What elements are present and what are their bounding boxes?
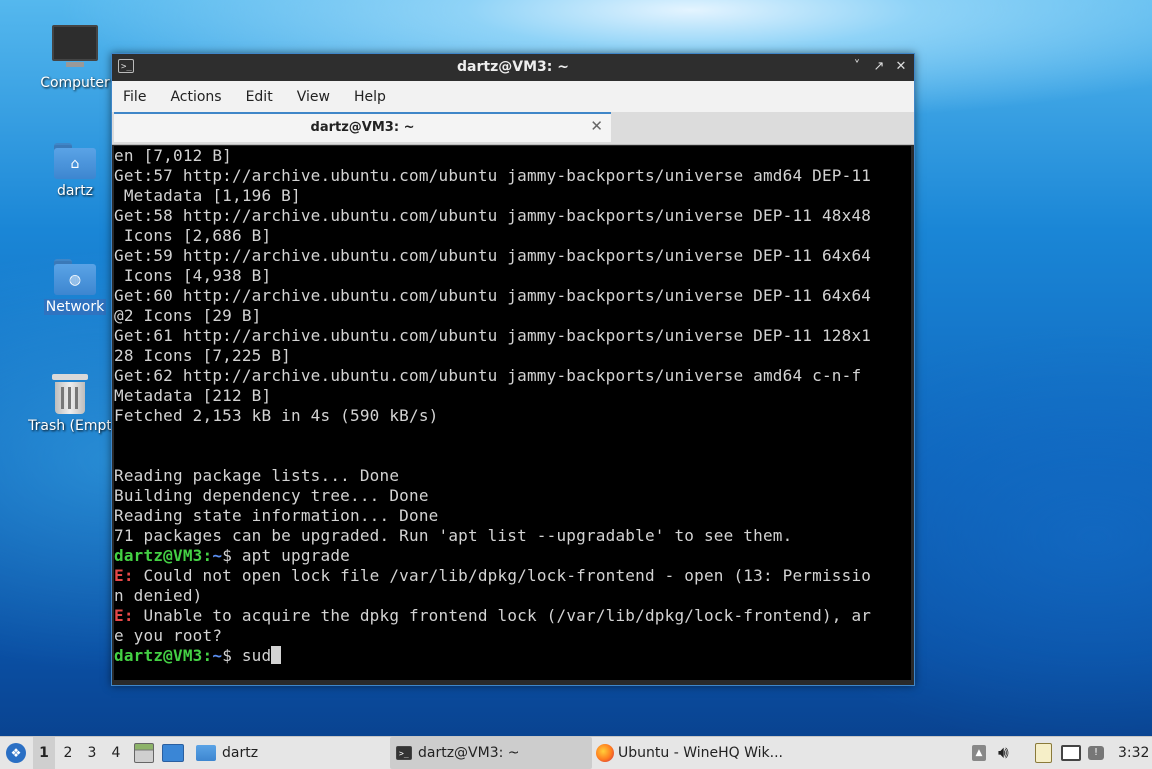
menu-help[interactable]: Help <box>347 89 393 105</box>
task-dartz[interactable]: dartz <box>190 737 384 769</box>
maximize-button[interactable]: ↗ <box>870 58 888 76</box>
start-menu-icon: ❖ <box>6 743 26 763</box>
task-label: Ubuntu - WineHQ Wik... <box>618 745 783 761</box>
desktop-icon <box>162 744 184 762</box>
desktop-icon-label: Trash (Empt <box>28 418 112 434</box>
error-prefix: E: <box>114 606 134 625</box>
tray-notifications[interactable]: ! <box>1088 737 1104 769</box>
tray-clipboard[interactable] <box>1035 737 1052 769</box>
tray-network[interactable] <box>1061 737 1081 769</box>
terminal-output[interactable]: en [7,012 B] Get:57 http://archive.ubunt… <box>114 146 911 680</box>
task-firefox[interactable]: Ubuntu - WineHQ Wik... <box>590 737 796 769</box>
prompt-user: dartz@VM3 <box>114 546 203 565</box>
clock[interactable]: 3:32 <box>1118 737 1149 769</box>
firefox-icon <box>596 744 614 762</box>
folder-icon <box>196 745 216 761</box>
menu-actions[interactable]: Actions <box>163 89 228 105</box>
tray-volume[interactable]: 🔊︎ <box>998 737 1009 769</box>
tab-bar: dartz@VM3: ~ ✕ <box>112 112 914 145</box>
menu-view[interactable]: View <box>290 89 337 105</box>
command-text: $ apt upgrade <box>222 546 351 565</box>
terminal-line: Get:59 http://archive.ubuntu.com/ubuntu … <box>114 246 872 265</box>
minimize-button[interactable]: ˅ <box>848 58 866 76</box>
terminal-line: 28 Icons [7,225 B] <box>114 346 291 365</box>
updates-icon: ▲ <box>972 745 986 761</box>
terminal-line: en [7,012 B] <box>114 146 232 165</box>
tab-label: dartz@VM3: ~ <box>310 120 415 135</box>
tab-close-icon[interactable]: ✕ <box>590 117 603 135</box>
terminal-line: Metadata [1,196 B] <box>114 186 301 205</box>
terminal-line: Get:60 http://archive.ubuntu.com/ubuntu … <box>114 286 872 305</box>
desktop-icon-trash[interactable]: Trash (Empt <box>20 374 120 434</box>
error-line: E: Could not open lock file /var/lib/dpk… <box>114 566 911 586</box>
error-text: Unable to acquire the dpkg frontend lock… <box>133 606 872 625</box>
terminal-icon: >_ <box>396 746 412 760</box>
network-icon <box>1061 745 1081 761</box>
taskbar: ❖ 1 2 3 4 dartz >_ dartz@VM3: ~ Ubuntu -… <box>0 736 1152 769</box>
menu-edit[interactable]: Edit <box>239 89 280 105</box>
prompt-line: dartz@VM3:~$ apt upgrade <box>114 546 351 565</box>
clipboard-icon <box>1035 743 1052 763</box>
desktop-icon-label: Computer <box>40 75 110 91</box>
menu-bar: File Actions Edit View Help <box>112 81 914 112</box>
workspace-4[interactable]: 4 <box>105 737 127 769</box>
home-folder-icon: ⌂ <box>54 143 96 179</box>
command-input: $ sud <box>222 646 272 665</box>
window-title: dartz@VM3: ~ <box>457 59 569 75</box>
prompt-path: ~ <box>212 646 223 665</box>
computer-icon <box>52 25 98 67</box>
text-cursor <box>271 646 282 664</box>
terminal-line: Icons [4,938 B] <box>114 266 272 285</box>
terminal-line: Get:57 http://archive.ubuntu.com/ubuntu … <box>114 166 872 185</box>
workspace-3[interactable]: 3 <box>81 737 103 769</box>
show-desktop-button[interactable] <box>162 737 184 769</box>
network-folder-icon: ◍ <box>54 259 96 295</box>
terminal-line: e you root? <box>114 626 223 645</box>
terminal-line: n denied) <box>114 586 203 605</box>
terminal-line: Get:61 http://archive.ubuntu.com/ubuntu … <box>114 326 872 345</box>
notification-icon: ! <box>1088 746 1104 760</box>
terminal-line: Get:62 http://archive.ubuntu.com/ubuntu … <box>114 366 862 385</box>
error-line: E: Unable to acquire the dpkg frontend l… <box>114 606 911 626</box>
menu-file[interactable]: File <box>116 89 153 105</box>
tray-updates[interactable]: ▲ <box>972 737 986 769</box>
error-prefix: E: <box>114 566 134 585</box>
terminal-window: >_ dartz@VM3: ~ ˅ ↗ ✕ File Actions Edit … <box>111 53 915 686</box>
file-manager-launcher[interactable] <box>134 737 154 769</box>
close-button[interactable]: ✕ <box>892 58 910 76</box>
prompt-user: dartz@VM3 <box>114 646 203 665</box>
terminal-line: Get:58 http://archive.ubuntu.com/ubuntu … <box>114 206 872 225</box>
prompt-line: dartz@VM3:~$ sud <box>114 646 911 666</box>
trash-icon <box>52 374 88 414</box>
app-menu-button[interactable]: ❖ <box>4 737 28 769</box>
terminal-line: Fetched 2,153 kB in 4s (590 kB/s) <box>114 406 439 425</box>
error-text: Could not open lock file /var/lib/dpkg/l… <box>133 566 872 585</box>
workspace-2[interactable]: 2 <box>57 737 79 769</box>
task-label: dartz@VM3: ~ <box>418 745 520 761</box>
desktop-icon-home[interactable]: ⌂ dartz <box>25 143 125 199</box>
volume-icon: 🔊︎ <box>998 743 1009 763</box>
desktop-icon-network[interactable]: ◍ Network <box>25 259 125 315</box>
desktop-icon-label: Network <box>43 299 107 315</box>
terminal-line: Icons [2,686 B] <box>114 226 272 245</box>
desktop-icon-label: dartz <box>56 183 94 199</box>
desktop-icon-computer[interactable]: Computer <box>25 25 125 91</box>
task-terminal[interactable]: >_ dartz@VM3: ~ <box>390 737 592 769</box>
workspace-1[interactable]: 1 <box>33 737 55 769</box>
tab-terminal[interactable]: dartz@VM3: ~ ✕ <box>114 112 611 142</box>
prompt-path: ~ <box>212 546 223 565</box>
terminal-line: Building dependency tree... Done <box>114 486 429 505</box>
task-label: dartz <box>222 745 259 761</box>
terminal-line: Metadata [212 B] <box>114 386 272 405</box>
window-titlebar[interactable]: >_ dartz@VM3: ~ ˅ ↗ ✕ <box>112 54 914 81</box>
terminal-line: 71 packages can be upgraded. Run 'apt li… <box>114 526 793 545</box>
terminal-line: Reading package lists... Done <box>114 466 400 485</box>
terminal-line: Reading state information... Done <box>114 506 439 525</box>
file-cabinet-icon <box>134 743 154 763</box>
terminal-line: @2 Icons [29 B] <box>114 306 262 325</box>
